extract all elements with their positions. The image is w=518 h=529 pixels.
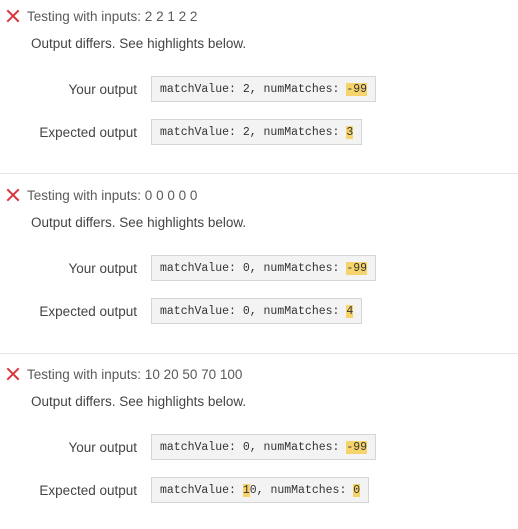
diff-highlight: -99 bbox=[346, 440, 368, 454]
output-text: 0, numMatches: bbox=[249, 483, 354, 497]
your-output-label: Your output bbox=[68, 81, 137, 97]
your-output-label: Your output bbox=[68, 439, 137, 455]
your-output-row: Your output matchValue: 0, numMatches: -… bbox=[0, 255, 377, 281]
expected-output-box: matchValue: 1 0, numMatches: 0 bbox=[151, 477, 370, 503]
test-header-text: Testing with inputs: 10 20 50 70 100 bbox=[27, 366, 243, 382]
expected-output-label: Expected output bbox=[39, 124, 137, 140]
test-header: Testing with inputs: 0 0 0 0 0 bbox=[5, 185, 197, 205]
expected-output-box: matchValue: 0, numMatches: 4 bbox=[151, 298, 363, 324]
output-text: matchValue: 2, numMatches: bbox=[160, 82, 347, 96]
diff-highlight: 0 bbox=[353, 483, 361, 497]
your-output-box: matchValue: 0, numMatches: -99 bbox=[151, 255, 377, 281]
your-output-box: matchValue: 2, numMatches: -99 bbox=[151, 76, 377, 102]
expected-output-label: Expected output bbox=[39, 303, 137, 319]
diff-highlight: 3 bbox=[346, 125, 354, 139]
expected-output-box: matchValue: 2, numMatches: 3 bbox=[151, 119, 363, 145]
output-text: matchValue: 0, numMatches: bbox=[160, 440, 347, 454]
test-header-text: Testing with inputs: 2 2 1 2 2 bbox=[27, 8, 198, 24]
test-header: Testing with inputs: 10 20 50 70 100 bbox=[5, 364, 242, 384]
your-output-label: Your output bbox=[68, 260, 137, 276]
divider bbox=[0, 353, 518, 354]
output-text: matchValue: bbox=[160, 483, 243, 497]
expected-output-label: Expected output bbox=[39, 482, 137, 498]
expected-output-row: Expected output matchValue: 2, numMatche… bbox=[0, 119, 363, 145]
output-text: matchValue: 0, numMatches: bbox=[160, 304, 347, 318]
test-header-text: Testing with inputs: 0 0 0 0 0 bbox=[27, 187, 198, 203]
output-text: matchValue: 2, numMatches: bbox=[160, 125, 347, 139]
fail-x-icon bbox=[5, 8, 21, 24]
status-message: Output differs. See highlights below. bbox=[31, 215, 247, 230]
divider bbox=[0, 173, 518, 174]
test-header: Testing with inputs: 2 2 1 2 2 bbox=[5, 6, 197, 26]
your-output-box: matchValue: 0, numMatches: -99 bbox=[151, 434, 377, 460]
your-output-row: Your output matchValue: 2, numMatches: -… bbox=[0, 76, 377, 102]
fail-x-icon bbox=[5, 366, 21, 382]
diff-highlight: 1 bbox=[242, 483, 250, 497]
expected-output-row: Expected output matchValue: 1 0, numMatch… bbox=[0, 477, 370, 503]
diff-highlight: -99 bbox=[346, 82, 368, 96]
expected-output-row: Expected output matchValue: 0, numMatche… bbox=[0, 298, 363, 324]
status-message: Output differs. See highlights below. bbox=[31, 36, 247, 51]
status-message: Output differs. See highlights below. bbox=[31, 394, 247, 409]
fail-x-icon bbox=[5, 187, 21, 203]
output-text: matchValue: 0, numMatches: bbox=[160, 261, 347, 275]
diff-highlight: 4 bbox=[346, 304, 354, 318]
diff-highlight: -99 bbox=[346, 261, 368, 275]
your-output-row: Your output matchValue: 0, numMatches: -… bbox=[0, 434, 377, 460]
